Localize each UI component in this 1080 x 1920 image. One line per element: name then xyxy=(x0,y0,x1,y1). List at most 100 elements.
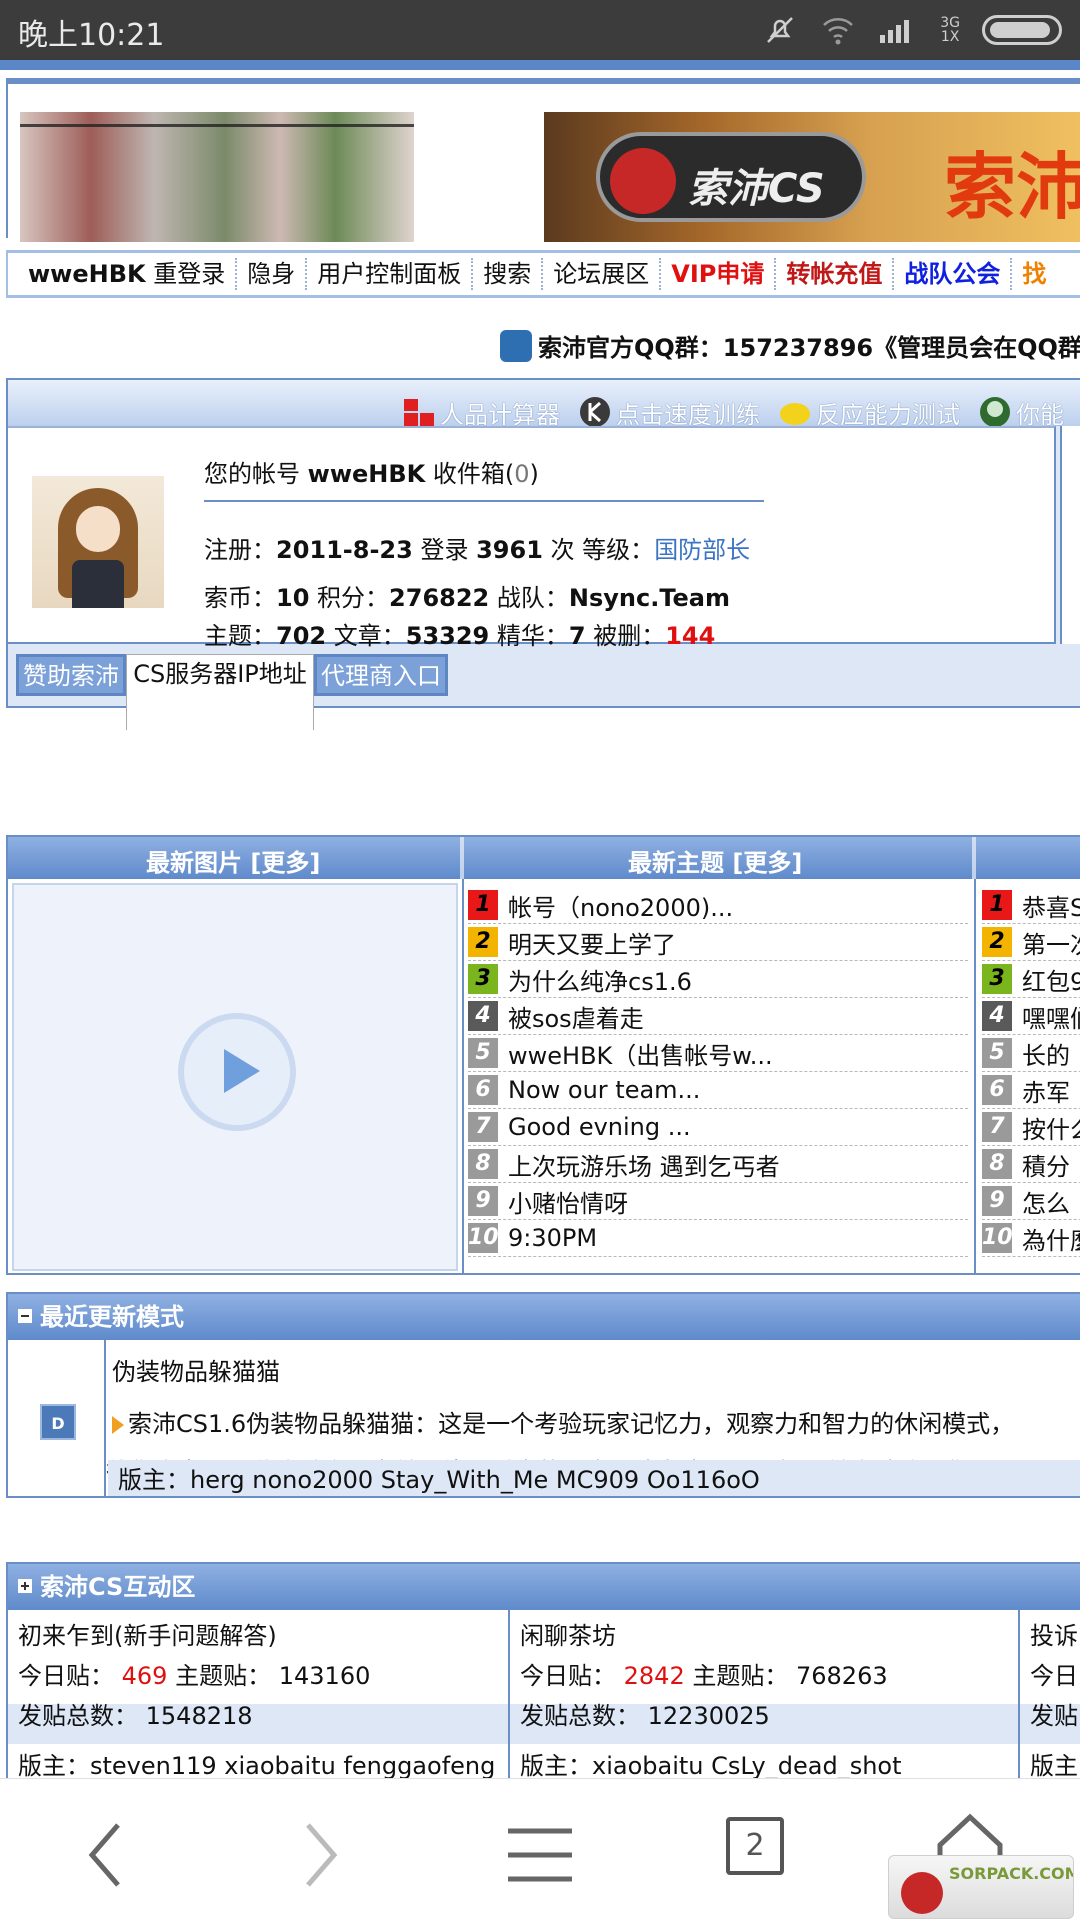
topic-row[interactable]: 5 长的 xyxy=(982,1035,1080,1072)
forum-newbie: 初来乍到(新手问题解答) 今日贴： 469 主题贴： 143160 发贴总数： … xyxy=(8,1610,508,1778)
topic-row[interactable]: 3 为什么纯净cs1.6 xyxy=(468,961,968,998)
forum-complaints: 投诉 今日 发贴 版主 xyxy=(1020,1610,1080,1778)
posts-row: 主题：702 文章：53329 精华：7 被删：144 xyxy=(204,622,716,650)
topic-row[interactable]: 2 明天又要上学了 xyxy=(468,924,968,961)
topic-title[interactable]: 恭喜S xyxy=(1022,888,1080,923)
topic-row[interactable]: 10 為什麼 xyxy=(982,1220,1080,1257)
forum-name[interactable]: 投诉 xyxy=(1030,1616,1078,1651)
tool-more[interactable]: 你能 xyxy=(978,394,1064,430)
announcement-marquee[interactable]: 索沛官方QQ群：157237896《管理员会在QQ群 xyxy=(500,328,1080,363)
avatar[interactable] xyxy=(32,476,164,608)
topic-title[interactable]: 怎么 xyxy=(1022,1184,1070,1219)
topic-row[interactable]: 5 wweHBK（出售帐号w... xyxy=(468,1035,968,1072)
menu-icon[interactable] xyxy=(500,1815,580,1895)
web-page[interactable]: 索沛CS 索沛 wweHBK 重登录 隐身 用户控制面板 搜索 论坛展区 VIP… xyxy=(0,60,1080,1778)
topic-row[interactable]: 10 9:30PM xyxy=(468,1220,968,1257)
topic-row[interactable]: 1 帐号（nono2000)... xyxy=(468,887,968,924)
topic-title[interactable]: 上次玩游乐场 遇到乞丐者 xyxy=(508,1147,780,1182)
topic-title[interactable]: 为什么纯净cs1.6 xyxy=(508,962,692,997)
browser-toolbar: 2 SORPACK.COM xyxy=(0,1778,1080,1920)
tools-row: 人品计算器 点击速度训练 反应能力测试 你能 xyxy=(402,394,1064,430)
nav-transfer-recharge[interactable]: 转帐充值 xyxy=(776,258,895,290)
mouse-icon xyxy=(580,397,610,427)
topic-row[interactable]: 2 第一次 xyxy=(982,924,1080,961)
forum-name[interactable]: 闲聊茶坊 xyxy=(520,1616,616,1651)
tab-count-button[interactable]: 2 xyxy=(726,1817,784,1875)
topic-row[interactable]: 6 赤军 xyxy=(982,1072,1080,1109)
account-line: 您的帐号 wweHBK 收件箱(0) xyxy=(204,460,539,488)
topic-row[interactable]: 7 按什么 xyxy=(982,1109,1080,1146)
topic-row[interactable]: 8 積分 xyxy=(982,1146,1080,1183)
topic-row[interactable]: 4 被sos虐着走 xyxy=(468,998,968,1035)
topic-title[interactable]: 帐号（nono2000)... xyxy=(508,888,733,923)
rank-badge: 2 xyxy=(468,927,498,957)
nav-control-panel[interactable]: 用户控制面板 xyxy=(307,258,474,290)
forum-name[interactable]: 初来乍到(新手问题解答) xyxy=(18,1616,277,1651)
recent-mode-header[interactable]: 最近更新模式 xyxy=(8,1294,1080,1340)
site-watermark: SORPACK.COM xyxy=(888,1855,1074,1919)
topic-title[interactable]: Now our team... xyxy=(508,1076,700,1104)
right-banner-image[interactable]: 索沛CS 索沛 xyxy=(544,112,1080,242)
latest-topics-title[interactable]: 最新主题 [更多] xyxy=(628,843,802,878)
topic-row[interactable]: 4 嘿嘿们 xyxy=(982,998,1080,1035)
nav-search[interactable]: 搜索 xyxy=(473,258,544,290)
collapse-icon[interactable] xyxy=(18,1309,32,1323)
nav-vip-apply[interactable]: VIP申请 xyxy=(661,258,777,290)
topic-title[interactable]: 赤军 xyxy=(1022,1073,1070,1108)
mute-icon xyxy=(767,17,794,43)
topic-title[interactable]: 第一次 xyxy=(1022,925,1080,960)
topic-title[interactable]: 嘿嘿们 xyxy=(1022,999,1080,1034)
topic-title[interactable]: 9:30PM xyxy=(508,1224,597,1252)
tab-sponsor[interactable]: 赞助索沛 xyxy=(16,654,126,696)
inbox-link[interactable]: 收件箱(0) xyxy=(433,460,539,488)
topic-title[interactable]: Good evning ... xyxy=(508,1113,691,1141)
expand-icon[interactable] xyxy=(18,1579,32,1593)
topic-title[interactable]: 為什麼 xyxy=(1022,1221,1080,1256)
rank-badge: 1 xyxy=(468,890,498,920)
forward-icon[interactable] xyxy=(280,1815,360,1895)
topic-title[interactable]: 红包9 xyxy=(1022,962,1080,997)
rank-badge: 4 xyxy=(468,1001,498,1031)
interactive-section: 索沛CS互动区 初来乍到(新手问题解答) 今日贴： 469 主题贴： 14316… xyxy=(6,1562,1080,1778)
tool-click-speed[interactable]: 点击速度训练 xyxy=(578,394,760,430)
globe-icon xyxy=(980,397,1010,427)
nav-forum-showcase[interactable]: 论坛展区 xyxy=(543,258,662,290)
topic-row[interactable]: 1 恭喜S xyxy=(982,887,1080,924)
topic-title[interactable]: 小赌怡情呀 xyxy=(508,1184,628,1219)
topic-row[interactable]: 9 怎么 xyxy=(982,1183,1080,1220)
topic-title[interactable]: 明天又要上学了 xyxy=(508,925,676,960)
topic-row[interactable]: 8 上次玩游乐场 遇到乞丐者 xyxy=(468,1146,968,1183)
rank-badge: 10 xyxy=(982,1223,1013,1253)
topic-row[interactable]: 3 红包9 xyxy=(982,961,1080,998)
back-icon[interactable] xyxy=(66,1815,146,1895)
nav-invisible[interactable]: 隐身 xyxy=(237,258,308,290)
rank-badge: 4 xyxy=(982,1001,1012,1031)
nav-more[interactable]: 找 xyxy=(1012,258,1056,290)
rank-badge: 5 xyxy=(982,1038,1012,1068)
topic-row[interactable]: 6 Now our team... xyxy=(468,1072,968,1109)
interactive-header[interactable]: 索沛CS互动区 xyxy=(8,1564,1080,1610)
topic-row[interactable]: 7 Good evning ... xyxy=(468,1109,968,1146)
topic-title[interactable]: wweHBK（出售帐号w... xyxy=(508,1036,773,1071)
play-icon[interactable] xyxy=(178,1013,296,1131)
level-link[interactable]: 国防部长 xyxy=(654,536,750,564)
rank-badge: 3 xyxy=(468,964,498,994)
nav-user-relogin[interactable]: wweHBK 重登录 xyxy=(8,258,238,290)
latest-photos-title[interactable]: 最新图片 [更多] xyxy=(146,843,320,878)
latest-photo-pane[interactable] xyxy=(12,883,458,1271)
nav-team-guild[interactable]: 战队公会 xyxy=(894,258,1013,290)
recent-mode-title[interactable]: 伪装物品躲猫猫 xyxy=(112,1352,280,1387)
topic-title[interactable]: 被sos虐着走 xyxy=(508,999,644,1034)
tab-agent-entry[interactable]: 代理商入口 xyxy=(314,654,448,696)
topic-row[interactable]: 9 小赌怡情呀 xyxy=(468,1183,968,1220)
topic-title[interactable]: 按什么 xyxy=(1022,1110,1080,1145)
topic-title[interactable]: 積分 xyxy=(1022,1147,1070,1182)
rank-badge: 7 xyxy=(468,1112,498,1142)
top-nav: wweHBK 重登录 隐身 用户控制面板 搜索 论坛展区 VIP申请 转帐充值 … xyxy=(6,250,1080,298)
left-banner-image[interactable] xyxy=(20,112,414,242)
tab-server-ip[interactable]: CS服务器IP地址 xyxy=(126,654,314,730)
tool-reaction-test[interactable]: 反应能力测试 xyxy=(778,394,960,430)
topic-title[interactable]: 长的 xyxy=(1022,1036,1070,1071)
forum-moderators: 版主：xiaobaitu CsLy_dead_shot xyxy=(520,1752,902,1778)
tool-character-calculator[interactable]: 人品计算器 xyxy=(402,394,560,430)
